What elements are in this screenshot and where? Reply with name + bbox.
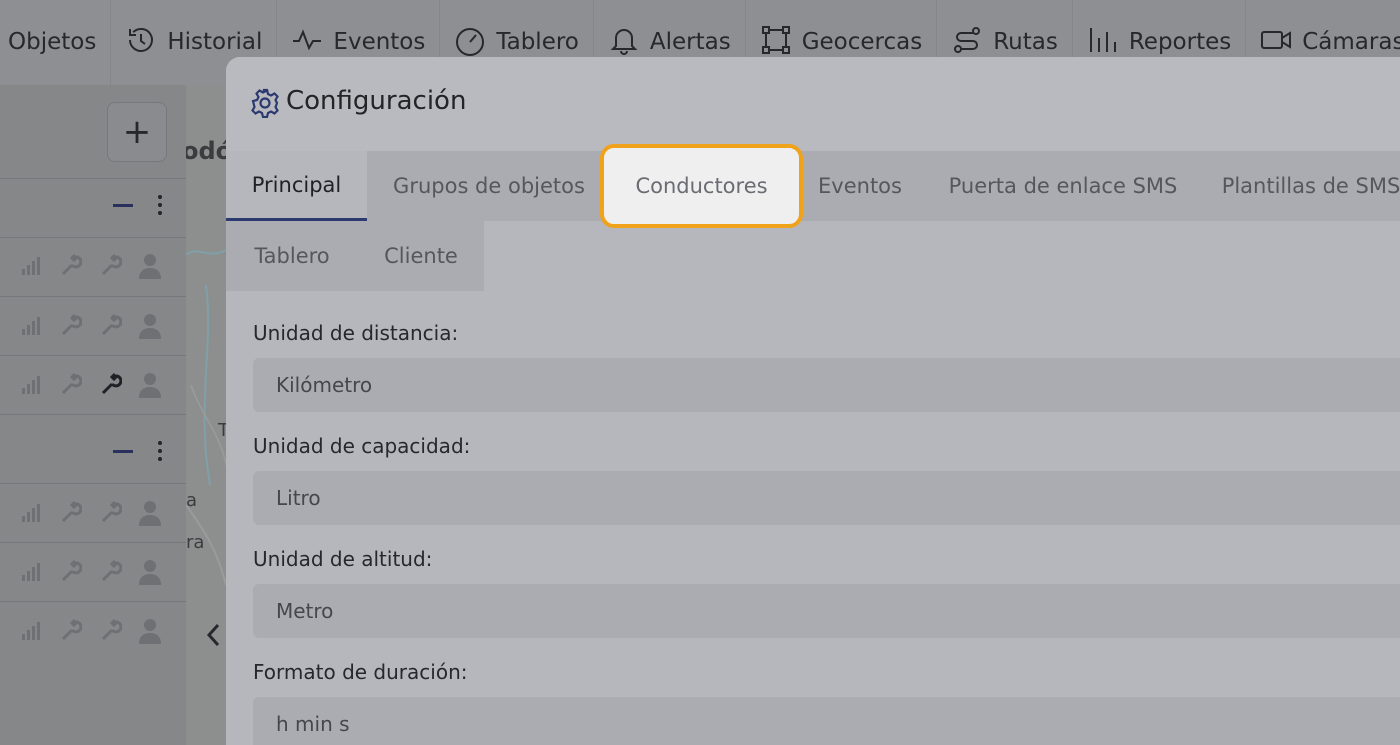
object-row[interactable] [18, 253, 178, 283]
add-object-button[interactable]: + [107, 102, 167, 162]
person-icon [139, 560, 161, 585]
nav-label: Geocercas [801, 29, 923, 55]
distance-unit-label: Unidad de distancia: [253, 321, 459, 345]
wrench-icon [101, 559, 122, 582]
nav-label: Historial [167, 29, 263, 55]
nav-label: Objetos [8, 29, 97, 55]
wrench-icon [101, 618, 122, 641]
gear-icon [251, 88, 279, 118]
signal-icon [22, 257, 40, 275]
nav-label: Tablero [496, 29, 579, 55]
nav-label: Reportes [1128, 29, 1232, 55]
altitude-unit-select[interactable]: Metro [253, 584, 1400, 638]
tab-plantillas-de-sms[interactable]: Plantillas de SMS [1211, 151, 1400, 221]
tab-eventos[interactable]: Eventos [803, 151, 917, 221]
history-icon [129, 27, 154, 52]
chart-bars-icon [1089, 28, 1116, 52]
duration-format-select[interactable]: h min s [253, 697, 1400, 745]
wrench-icon [61, 372, 82, 395]
tab-conductores[interactable]: Conductores [600, 144, 803, 228]
signal-icon [22, 622, 40, 640]
objects-panel: + [0, 85, 186, 745]
map-label: ra [186, 532, 205, 553]
wrench-icon [61, 313, 82, 336]
wrench-icon [61, 618, 82, 641]
signal-icon [22, 563, 40, 581]
distance-unit-select[interactable]: Kilómetro [253, 358, 1400, 412]
nav-label: Cámaras [1302, 29, 1400, 55]
person-icon [139, 373, 161, 398]
video-camera-icon [1261, 31, 1292, 49]
collapse-group-icon[interactable] [113, 204, 133, 207]
signal-icon [22, 504, 40, 522]
pulse-icon [293, 29, 322, 51]
wrench-icon [61, 500, 82, 523]
group-menu-icon[interactable] [158, 195, 162, 219]
object-row[interactable] [18, 372, 178, 402]
tab-principal[interactable]: Principal [226, 151, 367, 221]
person-icon [139, 314, 161, 339]
map-area[interactable]: odó T a ra [186, 85, 226, 745]
divider [0, 355, 186, 356]
nav-objetos[interactable]: Objetos [0, 0, 112, 85]
object-row[interactable] [18, 500, 178, 530]
divider [0, 237, 186, 238]
duration-format-label: Formato de duración: [253, 660, 468, 684]
person-icon [139, 501, 161, 526]
wrench-icon [61, 253, 82, 276]
object-row[interactable] [18, 618, 178, 648]
tab-puerta-de-enlace-sms[interactable]: Puerta de enlace SMS [931, 151, 1195, 221]
wrench-icon [61, 559, 82, 582]
divider [0, 601, 186, 602]
route-icon [954, 27, 981, 53]
map-label: a [186, 490, 198, 511]
capacity-unit-select[interactable]: Litro [253, 471, 1400, 525]
group-menu-icon[interactable] [158, 441, 162, 465]
wrench-icon [101, 372, 122, 395]
signal-icon [22, 317, 40, 335]
tab-cliente[interactable]: Cliente [358, 221, 484, 291]
map-label: T [218, 420, 226, 441]
nav-label: Alertas [649, 29, 731, 55]
gauge-icon [456, 28, 485, 56]
map-label: odó [186, 137, 226, 165]
person-icon [139, 254, 161, 279]
capacity-unit-label: Unidad de capacidad: [253, 434, 471, 458]
divider [0, 178, 186, 179]
wrench-icon [101, 253, 122, 276]
signal-icon [22, 376, 40, 394]
divider [0, 483, 186, 484]
tab-grupos-de-objetos[interactable]: Grupos de objetos [367, 151, 611, 221]
tab-bar: Principal Grupos de objetos Conductores … [226, 144, 1400, 228]
divider [0, 542, 186, 543]
nav-label: Rutas [993, 29, 1058, 55]
nav-label: Eventos [333, 29, 426, 55]
geofence-icon [761, 26, 790, 54]
object-row[interactable] [18, 313, 178, 343]
modal-header: Configuración [226, 57, 1400, 151]
bell-icon [610, 29, 638, 55]
settings-modal: Configuración Principal Grupos de objeto… [226, 57, 1400, 745]
person-icon [139, 619, 161, 644]
tab-bar-row-2: Tablero Cliente [226, 221, 484, 291]
tab-tablero[interactable]: Tablero [226, 221, 358, 291]
altitude-unit-label: Unidad de altitud: [253, 547, 433, 571]
wrench-icon [101, 500, 122, 523]
chevron-left-icon[interactable] [202, 615, 226, 655]
modal-title: Configuración [286, 86, 467, 116]
object-row[interactable] [18, 559, 178, 589]
divider [0, 296, 186, 297]
divider [0, 414, 186, 415]
wrench-icon [101, 313, 122, 336]
collapse-group-icon[interactable] [113, 450, 133, 453]
